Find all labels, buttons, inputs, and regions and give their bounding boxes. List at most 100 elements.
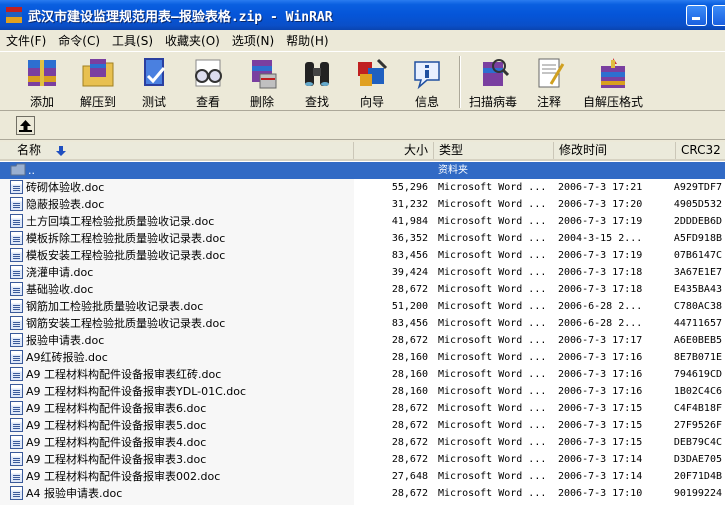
comment-button[interactable]: 注释 [521, 54, 577, 109]
file-modified: 2006-7-3 17:16 [558, 352, 643, 363]
word-doc-icon [10, 316, 23, 330]
word-doc-icon [10, 435, 23, 449]
maximize-button[interactable] [712, 5, 725, 26]
file-name-cell: A9 工程材料构配件设备报审表4.doc [10, 434, 353, 451]
add-icon [24, 56, 60, 90]
file-type: Microsoft Word ... [438, 199, 547, 210]
file-size: 83,456 [391, 318, 428, 329]
file-row[interactable]: 土方回填工程检验批质量验收记录.doc 41,984 Microsoft Word … [0, 213, 725, 230]
comment-label: 注释 [536, 95, 561, 109]
winrar-app-icon[interactable] [6, 7, 22, 23]
column-size[interactable]: 大小 [354, 142, 434, 159]
file-row[interactable]: A9 工程材料构配件设备报审表5.doc 28,672 Microsoft Word… [0, 417, 725, 434]
file-name-cell: A4 报验申请表.doc [10, 485, 353, 502]
scan-virus-button[interactable]: 扫描病毒 [465, 54, 521, 109]
extract-to-button[interactable]: 解压到 [70, 54, 126, 109]
file-list[interactable]: 名称 大小 类型 修改时间 CRC32 .. 资料夹 砖砌体验收.doc 55,2… [0, 142, 725, 505]
find-button[interactable]: 查找 [289, 54, 345, 109]
column-crc32[interactable]: CRC32 [676, 142, 725, 159]
file-crc32: A6E0BEB5 [673, 335, 722, 346]
file-row[interactable]: A9 工程材料构配件设备报审表002.doc 27,648 Microsoft Wo… [0, 468, 725, 485]
file-row[interactable]: A4 报验申请表.doc 28,672 Microsoft Word ... 2006… [0, 485, 725, 502]
column-name[interactable]: 名称 [0, 142, 354, 159]
delete-label: 删除 [249, 95, 274, 109]
sfx-label: 自解压格式 [582, 95, 643, 109]
file-row[interactable]: 模板拆除工程检验批质量验收记录表.doc 36,352 Microsoft Word… [0, 230, 725, 247]
file-row[interactable]: A9红砖报验.doc 28,160 Microsoft Word ... 2006-7… [0, 349, 725, 366]
word-doc-icon [10, 282, 23, 296]
sfx-button[interactable]: 自解压格式 [580, 54, 646, 109]
column-modified[interactable]: 修改时间 [554, 142, 676, 159]
file-crc32: A929TDF7 [673, 182, 722, 193]
column-type[interactable]: 类型 [434, 142, 554, 159]
comment-icon [531, 56, 567, 90]
minimize-button[interactable] [686, 5, 707, 26]
file-crc32: 3A67E1E7 [673, 267, 722, 278]
menu-commands[interactable]: 命令(C) [52, 32, 106, 49]
sort-down-arrow-icon [56, 146, 66, 156]
menu-file[interactable]: 文件(F) [0, 32, 52, 49]
file-crc32: A5FD918B [673, 233, 722, 244]
file-modified: 2006-7-3 17:16 [558, 386, 643, 397]
file-modified: 2006-7-3 17:19 [558, 216, 643, 227]
file-size: 28,672 [391, 437, 428, 448]
file-size: 28,672 [391, 403, 428, 414]
wizard-button[interactable]: 向导 [344, 54, 400, 109]
file-name: A4 报验申请表.doc [26, 487, 123, 500]
info-icon [409, 56, 445, 90]
file-crc32: 1B02C4C6 [673, 386, 722, 397]
view-button[interactable]: 查看 [180, 54, 236, 109]
word-doc-icon [10, 299, 23, 313]
file-type: Microsoft Word ... [438, 233, 547, 244]
test-label: 测试 [141, 95, 166, 109]
wizard-icon [354, 56, 390, 90]
file-type: Microsoft Word ... [438, 420, 547, 431]
menu-help[interactable]: 帮助(H) [280, 32, 334, 49]
file-row[interactable]: 隐蔽报验表.doc 31,232 Microsoft Word ... 2006-7-… [0, 196, 725, 213]
file-modified: 2006-7-3 17:15 [558, 437, 643, 448]
file-row[interactable]: A9 工程材料构配件设备报审表红砖.doc 28,160 Microsoft Wor… [0, 366, 725, 383]
file-name: 模板安装工程检验批质量验收记录表.doc [26, 249, 226, 262]
file-type: Microsoft Word ... [438, 352, 547, 363]
file-modified: 2006-7-3 17:18 [558, 267, 643, 278]
file-crc32: 27F9526F [673, 420, 722, 431]
file-size: 41,984 [391, 216, 428, 227]
toolbar: 添加 解压到 测试 查看 删除 查找 向导 信息 扫描病毒 注释 自解压格式 [0, 51, 725, 111]
file-row[interactable]: 报验申请表.doc 28,672 Microsoft Word ... 2006-7-… [0, 332, 725, 349]
file-row[interactable]: 模板安装工程检验批质量验收记录表.doc 83,456 Microsoft Word… [0, 247, 725, 264]
menu-favorites[interactable]: 收藏夹(O) [159, 32, 226, 49]
file-row[interactable]: 浇灌申请.doc 39,424 Microsoft Word ... 2006-7-3… [0, 264, 725, 281]
file-crc32: 4905D532 [673, 199, 722, 210]
add-button[interactable]: 添加 [14, 54, 70, 109]
parent-folder-name: .. [28, 164, 35, 177]
delete-button[interactable]: 删除 [234, 54, 290, 109]
file-size: 28,672 [391, 420, 428, 431]
file-name: 浇灌申请.doc [26, 266, 94, 279]
info-label: 信息 [414, 95, 439, 109]
word-doc-icon [10, 418, 23, 432]
column-name-label: 名称 [17, 143, 42, 157]
file-row[interactable]: A9 工程材料构配件设备报审表3.doc 28,672 Microsoft Word… [0, 451, 725, 468]
up-folder-button[interactable] [16, 116, 35, 135]
file-crc32: 07B6147C [673, 250, 722, 261]
file-row[interactable]: A9 工程材料构配件设备报审表YDL-01C.doc 28,160 Microsof… [0, 383, 725, 400]
file-crc32: 20F71D4B [673, 471, 722, 482]
virus-scan-icon [475, 56, 511, 90]
info-button[interactable]: 信息 [399, 54, 455, 109]
word-doc-icon [10, 384, 23, 398]
file-type: Microsoft Word ... [438, 335, 547, 346]
menu-tools[interactable]: 工具(S) [106, 32, 159, 49]
file-row[interactable]: 砖砌体验收.doc 55,296 Microsoft Word ... 2006-7-… [0, 179, 725, 196]
word-doc-icon [10, 231, 23, 245]
parent-folder-row[interactable]: .. 资料夹 [0, 162, 725, 179]
test-button[interactable]: 测试 [126, 54, 182, 109]
file-name-cell: 浇灌申请.doc [10, 264, 353, 281]
menu-options[interactable]: 选项(N) [226, 32, 280, 49]
file-row[interactable]: 钢筋安装工程检验批质量验收记录表.doc 83,456 Microsoft Word… [0, 315, 725, 332]
file-name-cell: 隐蔽报验表.doc [10, 196, 353, 213]
file-row[interactable]: 钢筋加工检验批质量验收记录表.doc 51,200 Microsoft Word .… [0, 298, 725, 315]
file-row[interactable]: 基础验收.doc 28,672 Microsoft Word ... 2006-7-3… [0, 281, 725, 298]
file-row[interactable]: A9 工程材料构配件设备报审表6.doc 28,672 Microsoft Word… [0, 400, 725, 417]
file-row[interactable]: A9 工程材料构配件设备报审表4.doc 28,672 Microsoft Word… [0, 434, 725, 451]
word-doc-icon [10, 265, 23, 279]
